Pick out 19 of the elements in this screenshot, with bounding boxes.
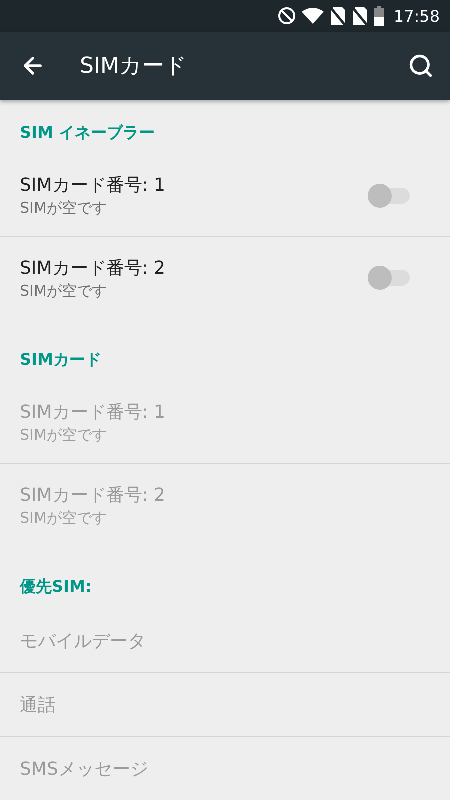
- no-sim-icon: [352, 6, 368, 26]
- status-time: 17:58: [394, 6, 440, 26]
- setting-summary: SIMが空です: [20, 199, 108, 218]
- setting-summary: SIMが空です: [20, 508, 108, 528]
- section-header: SIM イネーブラー: [19, 122, 156, 144]
- section-header: 優先SIM:: [18, 576, 93, 598]
- setting-summary: SIMが空です: [20, 282, 108, 300]
- section-header: SIMカード: [19, 349, 102, 371]
- toggle-switch[interactable]: [368, 266, 412, 290]
- wifi-icon: [302, 8, 324, 24]
- screen-title: SIMカード: [80, 53, 188, 81]
- battery-icon: [374, 6, 384, 26]
- no-sim-icon: [330, 6, 346, 26]
- setting-summary: SIMが空です: [20, 426, 108, 445]
- do-not-disturb-icon: [278, 7, 296, 25]
- setting-title[interactable]: SIMカード番号: 1: [20, 173, 368, 197]
- setting-title[interactable]: SIMカード番号: 2: [20, 256, 368, 280]
- search-button[interactable]: [408, 53, 434, 79]
- toggle-switch[interactable]: [368, 184, 412, 208]
